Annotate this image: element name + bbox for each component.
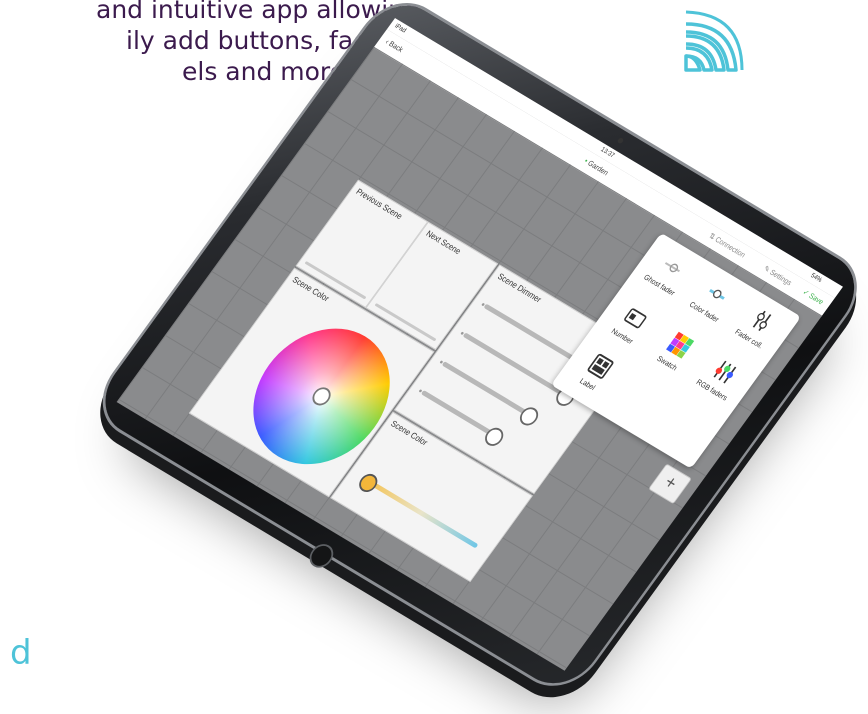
- ghost-fader-icon: [664, 262, 681, 273]
- back-label: Back: [387, 39, 405, 55]
- swatch-icon: [666, 331, 695, 359]
- settings-label: Settings: [768, 267, 794, 288]
- number-icon: [624, 308, 647, 329]
- back-button[interactable]: ‹ Back: [384, 37, 405, 54]
- battery-label: 54%: [809, 272, 824, 284]
- save-label: Save: [807, 291, 826, 307]
- tablet-body: iPad 13:37 54% ‹ Back • Garden ⇅ Connect…: [88, 0, 868, 698]
- label-icon: [587, 353, 614, 379]
- color-fader-knob[interactable]: [355, 470, 382, 496]
- page-title-text: Garden: [586, 158, 611, 178]
- fader-collection-icon: [752, 310, 772, 331]
- rgb-faders-icon: [713, 360, 737, 384]
- app-screen: iPad 13:37 54% ‹ Back • Garden ⇅ Connect…: [116, 18, 844, 671]
- carrier-label: iPad: [393, 22, 408, 35]
- save-button[interactable]: ✓ Save: [801, 288, 825, 307]
- brand-fragment: d: [10, 633, 32, 673]
- dimmer-slider-2[interactable]: [462, 332, 571, 400]
- color-fader-icon: [709, 289, 725, 300]
- wifi-icon: [684, 10, 744, 72]
